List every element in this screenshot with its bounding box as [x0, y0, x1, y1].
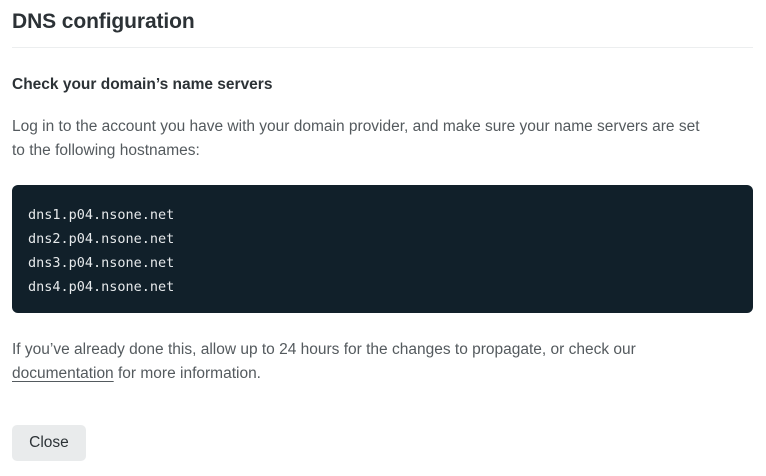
dns-configuration-dialog: DNS configuration Check your domain’s na…: [12, 0, 753, 476]
name-server-hostname: dns3.p04.nsone.net: [28, 255, 175, 271]
propagation-note-suffix: for more information.: [113, 365, 261, 382]
close-button[interactable]: Close: [12, 425, 86, 461]
section-subtitle: Check your domain’s name servers: [12, 76, 273, 93]
name-server-hostname: dns4.p04.nsone.net: [28, 279, 175, 295]
title-divider: [12, 47, 753, 48]
name-servers-code-block[interactable]: dns1.p04.nsone.net dns2.p04.nsone.net dn…: [12, 185, 753, 313]
documentation-link[interactable]: documentation: [12, 365, 114, 382]
propagation-note: If you’ve already done this, allow up to…: [12, 338, 732, 386]
dialog-title: DNS configuration: [12, 10, 195, 33]
propagation-note-text: If you’ve already done this, allow up to…: [12, 341, 636, 358]
name-server-hostname: dns2.p04.nsone.net: [28, 231, 175, 247]
instructions-text: Log in to the account you have with your…: [12, 118, 700, 159]
name-server-hostname: dns1.p04.nsone.net: [28, 207, 175, 223]
